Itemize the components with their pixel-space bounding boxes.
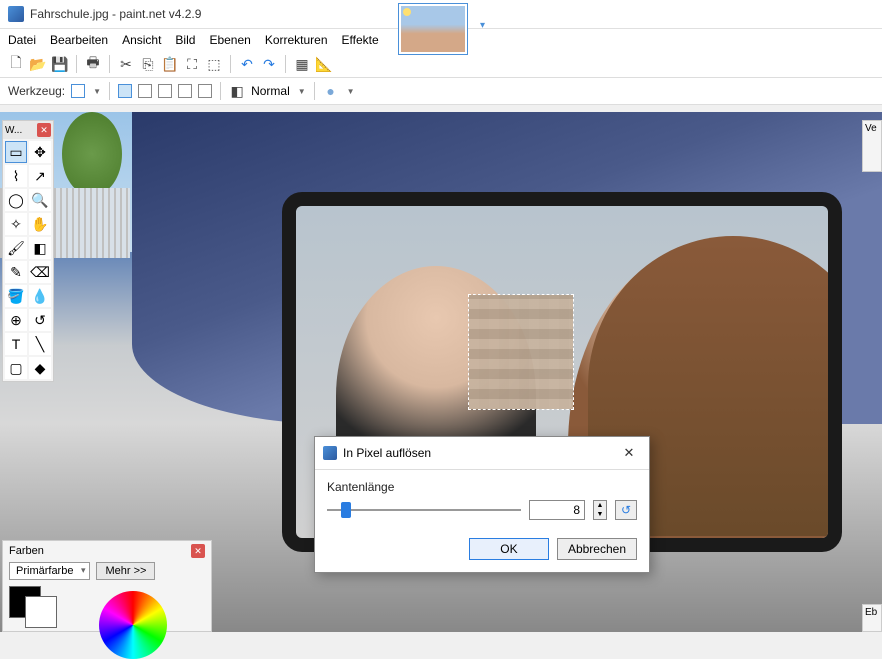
spinner[interactable]: ▲ ▼	[593, 500, 607, 520]
spin-down-icon[interactable]: ▼	[594, 510, 606, 519]
bucket-tool-icon[interactable]: 🪣	[5, 285, 27, 307]
secondary-color-swatch[interactable]	[25, 596, 57, 628]
reset-button[interactable]: ↺	[615, 500, 637, 520]
menu-image[interactable]: Bild	[175, 33, 195, 47]
menu-adjust[interactable]: Korrekturen	[265, 33, 328, 47]
recolor-tool-icon[interactable]: ↺	[29, 309, 51, 331]
magic-wand-tool-icon[interactable]: ✧	[5, 213, 27, 235]
separator	[314, 82, 315, 100]
new-icon[interactable]: 🗋	[8, 56, 24, 72]
color-wheel[interactable]	[99, 591, 167, 659]
history-panel-title: Ve	[865, 123, 877, 134]
tools-panel-title: W...	[5, 125, 22, 136]
separator	[220, 82, 221, 100]
main-toolbar: 🗋 📂 💾 🖶 ✂ ⎘ 📋 ⛶ ⬚ ↶ ↷ ▦ 📐	[0, 51, 882, 78]
selection-marquee[interactable]	[468, 294, 574, 410]
color-mode-combo[interactable]: Primärfarbe	[9, 562, 90, 580]
spin-up-icon[interactable]: ▲	[594, 501, 606, 510]
current-tool-icon[interactable]	[71, 84, 85, 98]
pencil-tool-icon[interactable]: ✎	[5, 261, 27, 283]
shapes-tool-icon[interactable]: ◆	[29, 357, 51, 379]
color-picker-tool-icon[interactable]: 💧	[29, 285, 51, 307]
chevron-down-icon[interactable]: ▼	[347, 87, 355, 96]
rect-shape-tool-icon[interactable]: ▢	[5, 357, 27, 379]
edge-length-input[interactable]	[529, 500, 585, 520]
antialias-icon[interactable]: ●	[323, 83, 339, 99]
redo-icon[interactable]: ↷	[261, 56, 277, 72]
tools-panel: W... ✕ ▭ ✥ ⌇ ↗ ◯ 🔍 ✧ ✋ 🖌 ◧ ✎ ⌫ 🪣 💧 ⊕ ↺ T…	[2, 120, 54, 382]
selection-subtract-icon[interactable]	[158, 84, 172, 98]
ok-button[interactable]: OK	[469, 538, 549, 560]
text-tool-icon[interactable]: T	[5, 333, 27, 355]
cut-icon[interactable]: ✂	[118, 56, 134, 72]
zoom-tool-icon[interactable]: 🔍	[29, 189, 51, 211]
undo-icon[interactable]: ↶	[239, 56, 255, 72]
history-panel[interactable]: Ve	[862, 120, 882, 172]
eraser-tool-icon[interactable]: ⌫	[29, 261, 51, 283]
edge-length-label: Kantenlänge	[327, 480, 637, 494]
dialog-icon	[323, 446, 337, 460]
layers-panel-title: Eb	[865, 607, 877, 618]
more-button[interactable]: Mehr >>	[96, 562, 155, 580]
blend-icon[interactable]: ◧	[229, 83, 245, 99]
dialog-title: In Pixel auflösen	[343, 446, 431, 460]
gradient-tool-icon[interactable]: ◧	[29, 237, 51, 259]
slider-thumb[interactable]	[341, 502, 351, 518]
pixelate-preview	[469, 295, 573, 409]
separator	[109, 55, 110, 73]
colors-panel-title: Farben	[9, 545, 44, 557]
close-icon[interactable]: ✕	[191, 544, 205, 558]
deselect-icon[interactable]: ⬚	[206, 56, 222, 72]
tool-label: Werkzeug:	[8, 84, 65, 98]
print-icon[interactable]: 🖶	[85, 56, 101, 72]
menu-layers[interactable]: Ebenen	[209, 33, 250, 47]
clone-tool-icon[interactable]: ⊕	[5, 309, 27, 331]
edge-length-slider[interactable]	[327, 500, 521, 520]
pixelate-dialog: In Pixel auflösen ✕ Kantenlänge ▲ ▼ ↺ OK…	[314, 436, 650, 573]
close-icon[interactable]: ✕	[617, 443, 641, 463]
menu-edit[interactable]: Bearbeiten	[50, 33, 108, 47]
chevron-down-icon[interactable]: ▼	[298, 87, 306, 96]
move-selection-tool-icon[interactable]: ↗	[29, 165, 51, 187]
save-icon[interactable]: 💾	[52, 56, 68, 72]
separator	[285, 55, 286, 73]
rect-select-tool-icon[interactable]: ▭	[5, 141, 27, 163]
close-icon[interactable]: ✕	[37, 123, 51, 137]
separator	[109, 82, 110, 100]
chevron-down-icon[interactable]: ▼	[93, 87, 101, 96]
image-thumbnail[interactable]	[398, 3, 468, 55]
menu-view[interactable]: Ansicht	[122, 33, 161, 47]
selection-add-icon[interactable]	[138, 84, 152, 98]
grid-icon[interactable]: ▦	[294, 56, 310, 72]
cancel-button[interactable]: Abbrechen	[557, 538, 637, 560]
line-tool-icon[interactable]: ╲	[29, 333, 51, 355]
copy-icon[interactable]: ⎘	[140, 56, 156, 72]
move-tool-icon[interactable]: ✥	[29, 141, 51, 163]
open-icon[interactable]: 📂	[30, 56, 46, 72]
window-title: Fahrschule.jpg - paint.net v4.2.9	[30, 7, 201, 21]
crop-icon[interactable]: ⛶	[184, 56, 200, 72]
app-icon	[8, 6, 24, 22]
tool-options-bar: Werkzeug: ▼ ◧ Normal ▼ ● ▼	[0, 78, 882, 105]
separator	[76, 55, 77, 73]
ruler-icon[interactable]: 📐	[316, 56, 332, 72]
pan-tool-icon[interactable]: ✋	[29, 213, 51, 235]
thumbnail-menu-icon[interactable]: ▾	[480, 20, 485, 31]
blend-mode-label[interactable]: Normal	[251, 84, 290, 98]
selection-xor-icon[interactable]	[198, 84, 212, 98]
menu-file[interactable]: Datei	[8, 33, 36, 47]
layers-panel[interactable]: Eb	[862, 604, 882, 632]
menu-effects[interactable]: Effekte	[342, 33, 379, 47]
paintbrush-tool-icon[interactable]: 🖌	[5, 237, 27, 259]
paste-icon[interactable]: 📋	[162, 56, 178, 72]
selection-intersect-icon[interactable]	[178, 84, 192, 98]
lasso-tool-icon[interactable]: ⌇	[5, 165, 27, 187]
ellipse-select-tool-icon[interactable]: ◯	[5, 189, 27, 211]
selection-replace-icon[interactable]	[118, 84, 132, 98]
colors-panel: Farben ✕ Primärfarbe Mehr >>	[2, 540, 212, 632]
separator	[230, 55, 231, 73]
